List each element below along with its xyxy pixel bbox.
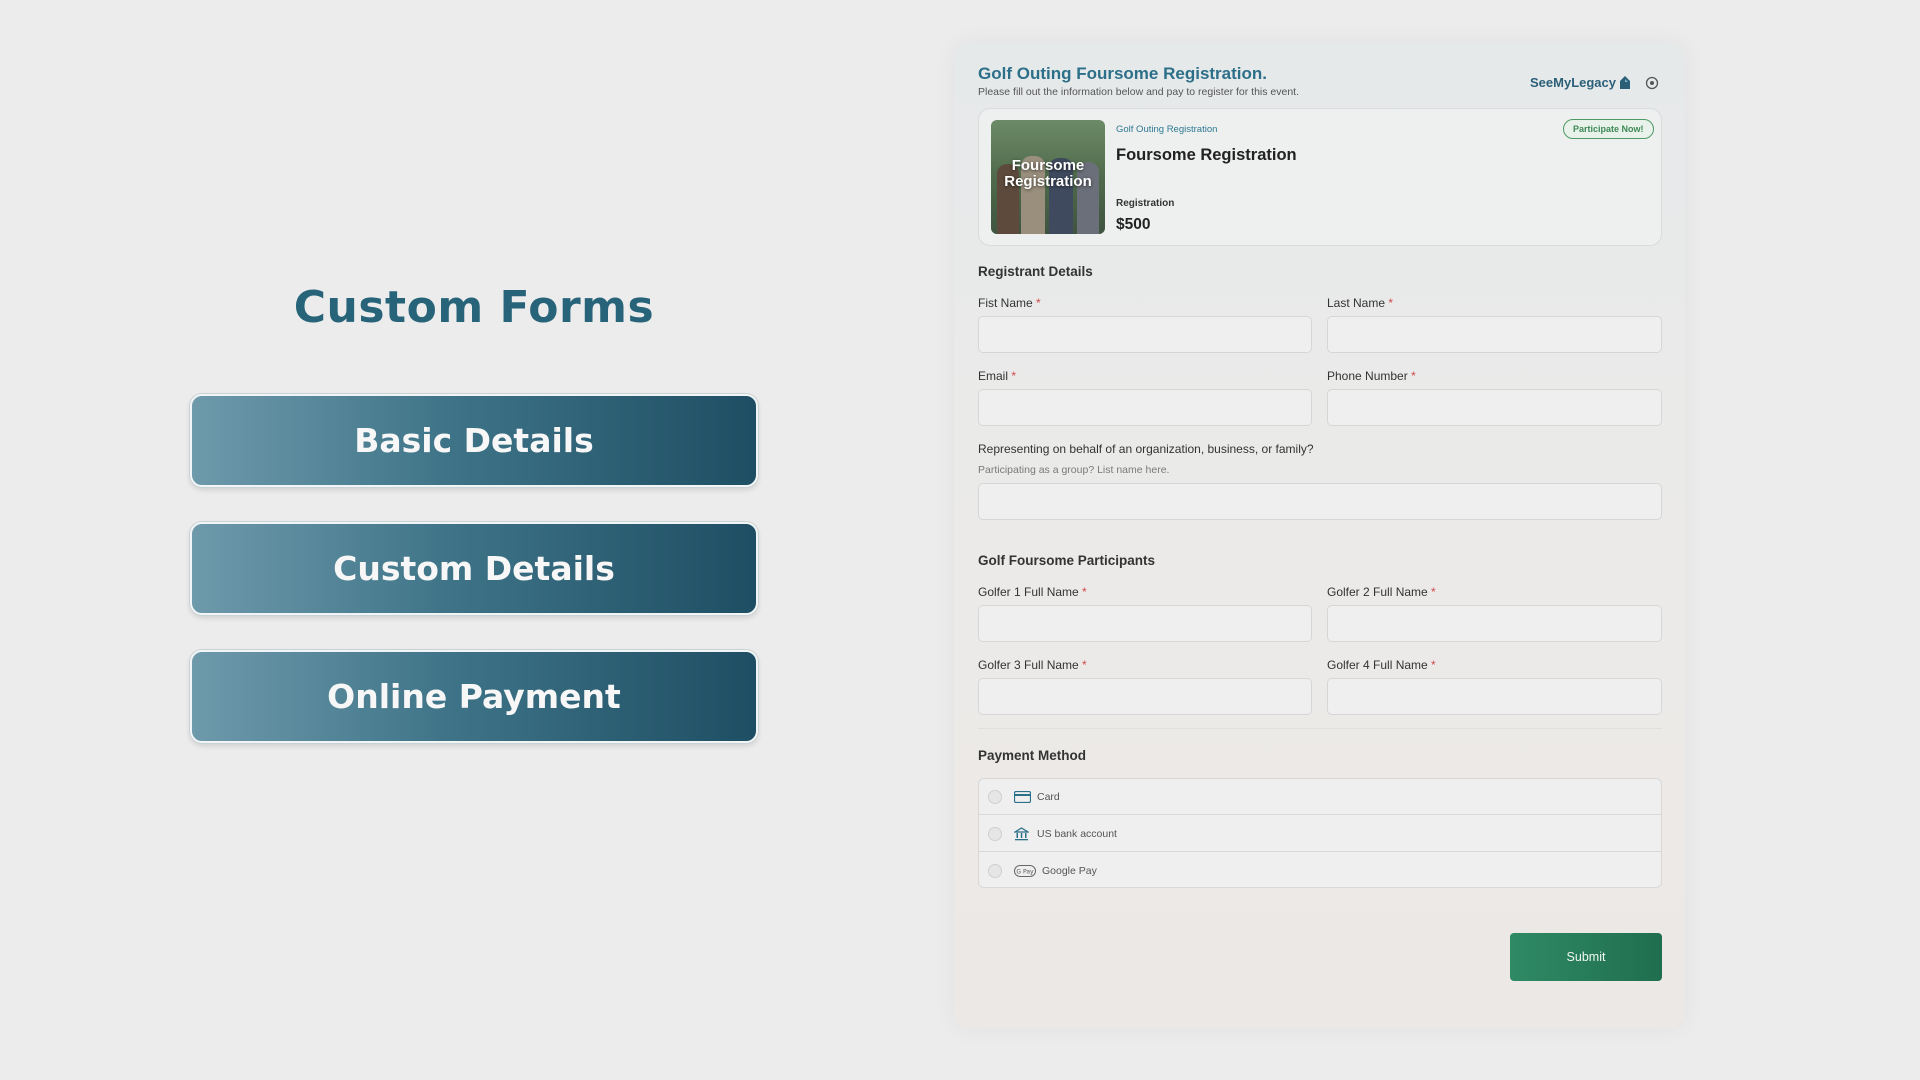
google-pay-icon: G Pay <box>1014 864 1037 878</box>
bank-radio[interactable] <box>988 826 1002 841</box>
card-radio[interactable] <box>988 789 1002 804</box>
card-label: Card <box>1037 790 1060 803</box>
payment-option-google-pay[interactable]: G Pay Google Pay <box>979 853 1661 889</box>
golfer4-label: Golfer 4 Full Name * <box>1327 658 1436 672</box>
golfer1-label: Golfer 1 Full Name * <box>978 585 1087 599</box>
thumbnail-caption: Foursome Registration <box>1004 157 1092 190</box>
golfer3-label: Golfer 3 Full Name * <box>978 658 1087 672</box>
bank-icon <box>1014 826 1032 841</box>
golfer4-field[interactable] <box>1327 678 1662 715</box>
payment-options: Card US bank account G Pay Google Pay <box>978 778 1662 888</box>
custom-details-button[interactable]: Custom Details <box>190 522 758 615</box>
phone-field[interactable] <box>1327 389 1662 426</box>
registrant-details-heading: Registrant Details <box>978 264 1093 279</box>
event-price: $500 <box>1116 216 1151 233</box>
first-name-label: Fist Name * <box>978 296 1041 310</box>
event-thumbnail: Foursome Registration <box>991 120 1105 234</box>
organization-hint: Participating as a group? List name here… <box>978 464 1170 476</box>
settings-icon[interactable] <box>1645 76 1659 90</box>
event-category[interactable]: Golf Outing Registration <box>1116 124 1217 135</box>
brand-name: SeeMyLegacy <box>1530 75 1616 90</box>
credit-card-icon <box>1014 790 1032 804</box>
participants-heading: Golf Foursome Participants <box>978 553 1156 568</box>
price-label: Registration <box>1116 198 1175 209</box>
section-divider <box>978 728 1662 729</box>
bank-label: US bank account <box>1037 827 1117 840</box>
brand-logo: SeeMyLegacy <box>1530 75 1632 90</box>
golfer1-field[interactable] <box>978 605 1312 642</box>
golfer2-field[interactable] <box>1327 605 1662 642</box>
online-payment-button[interactable]: Online Payment <box>190 650 758 743</box>
organization-field[interactable] <box>978 483 1662 520</box>
registration-form-card: Golf Outing Foursome Registration. Pleas… <box>954 42 1685 1029</box>
payment-method-heading: Payment Method <box>978 748 1087 763</box>
form-subtitle: Please fill out the information below an… <box>978 86 1300 98</box>
brand-mark-icon <box>1620 76 1630 89</box>
golfer3-field[interactable] <box>978 678 1312 715</box>
google-pay-radio[interactable] <box>988 864 1002 878</box>
payment-option-bank[interactable]: US bank account <box>979 816 1661 852</box>
participate-now-badge[interactable]: Participate Now! <box>1563 119 1654 139</box>
form-title: Golf Outing Foursome Registration. <box>978 64 1267 83</box>
organization-question: Representing on behalf of an organizatio… <box>978 442 1314 456</box>
golfer2-label: Golfer 2 Full Name * <box>1327 585 1436 599</box>
event-name: Foursome Registration <box>1116 146 1297 164</box>
phone-label: Phone Number * <box>1327 369 1416 383</box>
event-summary: Foursome Registration Golf Outing Regist… <box>978 108 1662 246</box>
email-label: Email * <box>978 369 1017 383</box>
svg-text:G Pay: G Pay <box>1016 869 1034 876</box>
payment-option-card[interactable]: Card <box>979 779 1661 815</box>
custom-forms-heading: Custom Forms <box>293 282 655 333</box>
last-name-field[interactable] <box>1327 316 1662 353</box>
basic-details-button[interactable]: Basic Details <box>190 394 758 487</box>
last-name-label: Last Name * <box>1327 296 1394 310</box>
google-pay-label: Google Pay <box>1042 865 1097 877</box>
first-name-field[interactable] <box>978 316 1312 353</box>
submit-button[interactable]: Submit <box>1510 933 1662 981</box>
email-field[interactable] <box>978 389 1312 426</box>
